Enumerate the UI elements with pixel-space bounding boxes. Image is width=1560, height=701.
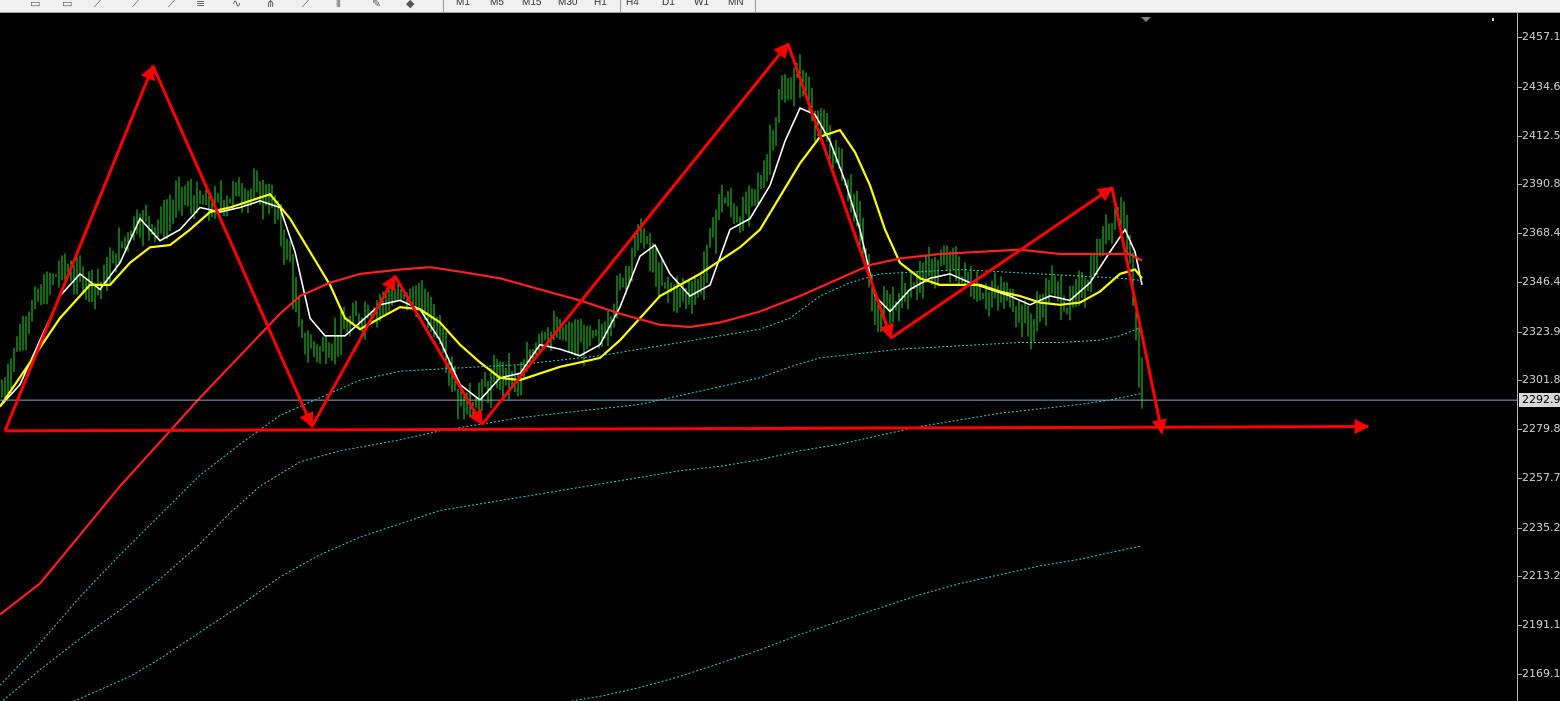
- price-axis-label: 2213.2: [1522, 569, 1560, 583]
- timeframe-h1[interactable]: H1: [594, 0, 607, 10]
- timeframe-h4[interactable]: H4: [626, 0, 639, 10]
- toolbar-separator: [443, 0, 444, 12]
- fibo-fan-icon[interactable]: ⟋: [94, 0, 102, 11]
- fibo-time-icon[interactable]: ⟋: [302, 0, 310, 11]
- support-line-annotation: [4, 419, 1370, 435]
- rect-tool-icon[interactable]: ▭: [62, 0, 72, 11]
- price-axis-label: 2235.2: [1522, 520, 1560, 534]
- toolbar-separator: [620, 0, 621, 12]
- eraser-icon[interactable]: ◆: [406, 0, 414, 11]
- zigzag-annotation-segment: [1110, 187, 1167, 435]
- price-axis-label: 2323.9: [1522, 324, 1560, 338]
- fibo-ext-icon[interactable]: ≡: [196, 0, 205, 11]
- annotation-layer: [3, 42, 1370, 435]
- zigzag-annotation-segment: [151, 65, 314, 428]
- price-axis-label: 2301.8: [1522, 373, 1560, 387]
- rect-tool-icon[interactable]: ▭: [30, 0, 40, 11]
- timeframe-d1[interactable]: D1: [662, 0, 675, 10]
- chart-markers-layer: [1141, 13, 1518, 701]
- price-chart[interactable]: [0, 13, 1518, 701]
- fibo-arc-icon[interactable]: ⟋: [168, 0, 176, 11]
- price-axis-label: 2279.8: [1522, 422, 1560, 436]
- price-axis-label: 2191.1: [1522, 618, 1560, 632]
- moving-average-line-3: [0, 268, 1143, 686]
- zigzag-annotation-segment: [3, 64, 155, 432]
- price-axis-label: 2368.4: [1522, 226, 1560, 240]
- price-axis-label: 2169.1: [1522, 667, 1560, 680]
- pitchfork-icon[interactable]: ⋔: [266, 0, 275, 11]
- timeframe-m15[interactable]: M15: [522, 0, 541, 10]
- moving-average-line-0: [0, 106, 1143, 408]
- moving-average-line-4: [1, 326, 1143, 701]
- chart-cursor-dot-icon: [1492, 18, 1494, 21]
- pencil-icon[interactable]: ✎: [372, 0, 381, 11]
- zigzag-annotation-segment: [310, 274, 397, 428]
- toolbar-separator: [755, 0, 756, 12]
- price-axis[interactable]: 2457.1 2434.6 2412.5 2390.8 2368.4 2346.4 2323…: [1518, 13, 1560, 701]
- moving-average-layer: [0, 106, 1143, 701]
- moving-average-line-5: [73, 392, 1143, 701]
- timeframe-w1[interactable]: W1: [694, 0, 709, 10]
- price-axis-label: 2257.7: [1522, 471, 1560, 485]
- current-price-label: 2292.9: [1519, 393, 1560, 408]
- timeframe-m5[interactable]: M5: [490, 0, 504, 10]
- timeframe-m1[interactable]: M1: [456, 0, 470, 10]
- price-axis-label: 2457.1: [1522, 30, 1560, 43]
- price-axis-label: 2346.4: [1522, 274, 1560, 288]
- toolbar: ▭ ▭ ⟋ ⟋ ⟋ ≡ ∿ ⋔ ⟋ ⦀ ✎ ◆ M1 M5 M15 M30 H1…: [0, 0, 1560, 13]
- zigzag-annotation-segment: [890, 186, 1114, 340]
- chart-shift-marker-icon: [1141, 17, 1151, 22]
- cycles-icon[interactable]: ⦀: [336, 0, 341, 11]
- price-axis-label: 2412.5: [1522, 128, 1560, 142]
- moving-average-line-6: [568, 545, 1143, 701]
- elliott-icon[interactable]: ∿: [232, 0, 241, 11]
- moving-average-line-2: [0, 248, 1143, 616]
- timeframe-mn[interactable]: MN: [728, 0, 744, 10]
- price-axis-label: 2390.8: [1522, 176, 1560, 190]
- zigzag-annotation-segment: [480, 42, 790, 426]
- zigzag-annotation-segment: [393, 275, 484, 426]
- timeframe-m30[interactable]: M30: [558, 0, 577, 10]
- price-axis-label: 2434.6: [1522, 79, 1560, 93]
- fibo-arc-icon[interactable]: ⟋: [132, 0, 140, 11]
